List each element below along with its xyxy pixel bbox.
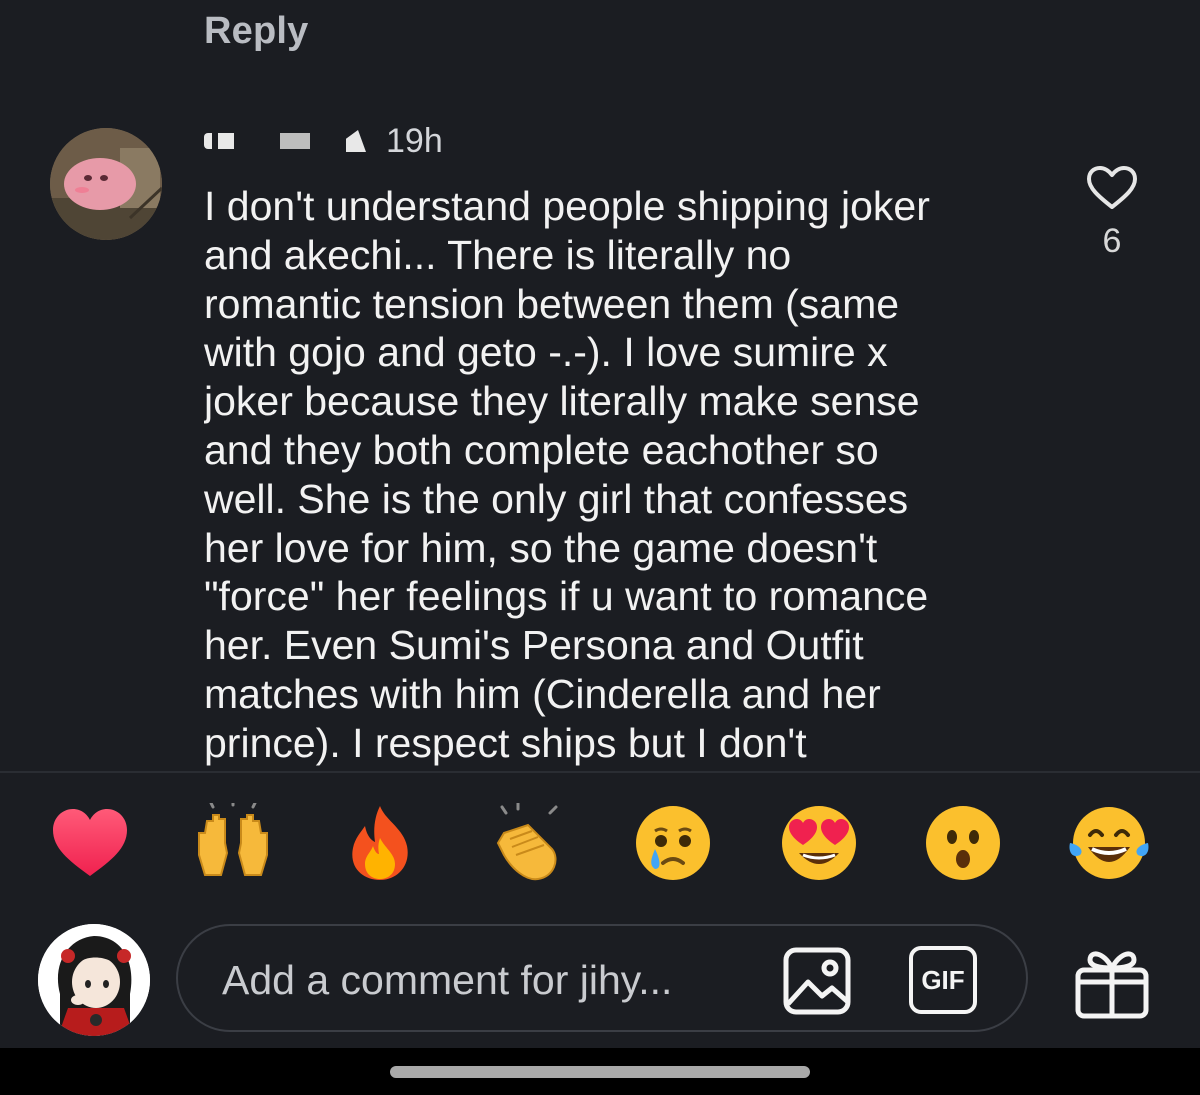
gif-button[interactable]: GIF [909,946,977,1014]
comment-meta: 19h [204,118,443,164]
fire-icon [352,806,408,880]
reaction-surprised-face[interactable] [920,800,1006,886]
comment-thread-screen: Reply 19h I don't understand people ship… [0,0,1200,1095]
reaction-tears-of-joy[interactable] [1066,800,1152,886]
reaction-crying-face[interactable] [630,800,716,886]
heart-outline-icon[interactable] [1086,165,1138,216]
clapping-hands-icon [496,803,558,881]
raising-hands-icon [198,803,268,876]
redacted-username-part [204,133,212,149]
comment-timestamp: 19h [386,121,443,160]
tears-of-joy-icon [1069,807,1149,879]
home-indicator[interactable] [390,1066,810,1078]
comment-composer: GIF [176,924,1028,1032]
reaction-raising-hands[interactable] [190,800,276,886]
like-control: 6 [1080,165,1144,261]
redacted-username-part [280,133,310,149]
commenter-avatar[interactable] [50,128,162,240]
gift-icon[interactable] [1074,944,1150,1020]
reaction-heart-eyes[interactable] [776,800,862,886]
reaction-bar [0,800,1200,886]
comment-input[interactable] [220,952,764,1008]
divider [0,771,1200,773]
image-icon[interactable] [782,946,852,1016]
crying-face-icon [636,806,710,880]
reaction-fire[interactable] [337,800,423,886]
redacted-username-part [346,130,366,152]
redacted-username-part [218,133,234,149]
like-count: 6 [1102,222,1122,260]
reply-button[interactable]: Reply [204,10,308,53]
surprised-face-icon [926,806,1000,880]
reaction-red-heart[interactable] [47,800,133,886]
current-user-avatar[interactable] [38,924,150,1036]
reaction-clapping-hands[interactable] [485,800,571,886]
heart-eyes-icon [782,806,856,880]
comment-body: I don't understand people shipping joker… [204,183,930,766]
red-heart-icon [53,809,127,876]
